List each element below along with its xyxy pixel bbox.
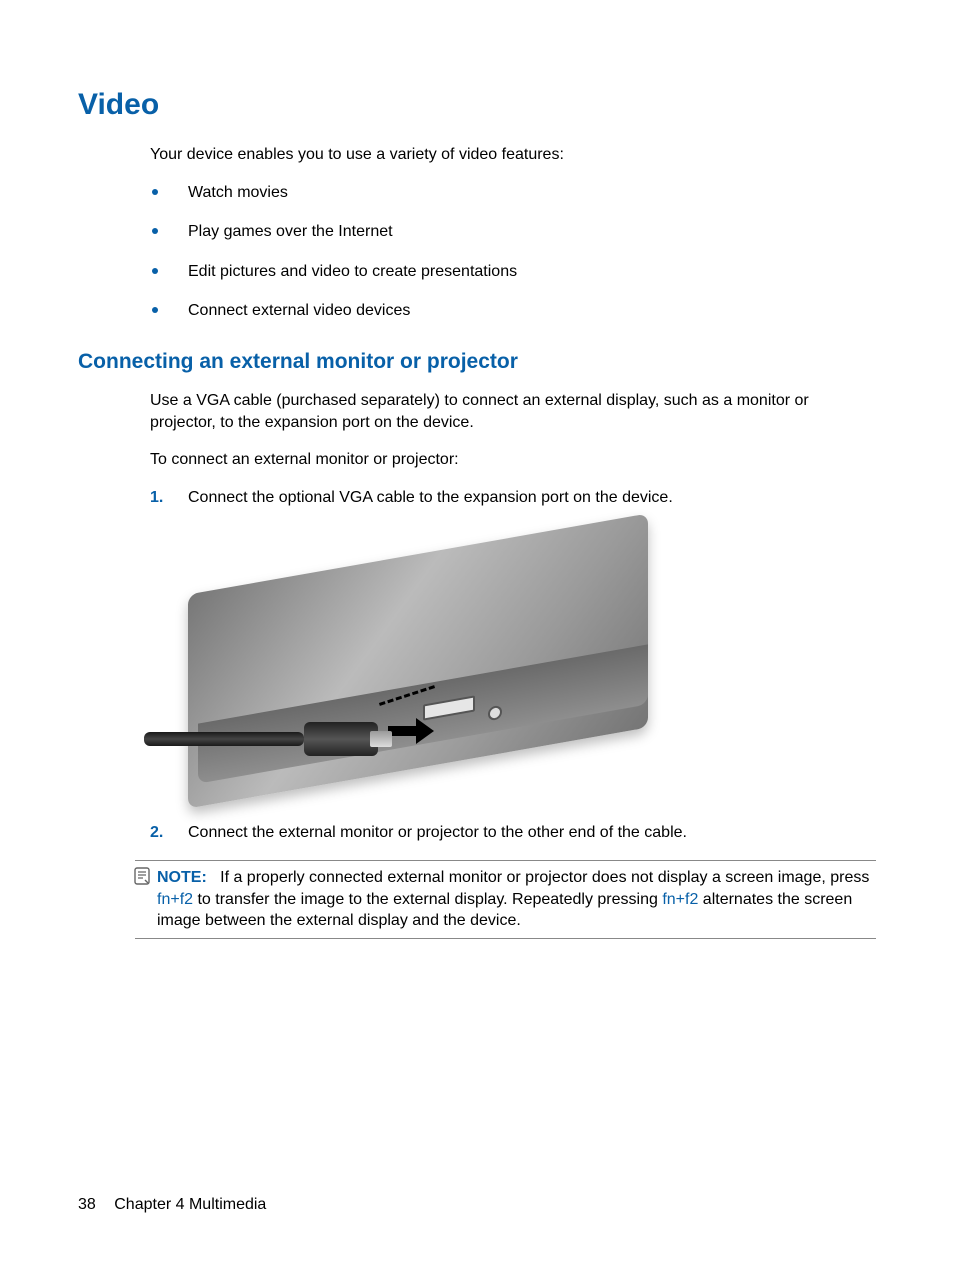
list-item: Edit pictures and video to create presen… [150,261,876,283]
page-number: 38 [78,1196,96,1213]
note-text: NOTE: If a properly connected external m… [135,867,876,932]
step-1: 1. Connect the optional VGA cable to the… [150,487,876,509]
steps-list: 1. Connect the optional VGA cable to the… [150,487,876,509]
vga-cable-illustration [148,722,378,762]
step-2: 2. Connect the external monitor or proje… [150,822,876,844]
step-number: 2. [150,822,163,844]
step-number: 1. [150,487,163,509]
list-item: Play games over the Internet [150,221,876,243]
list-item: Watch movies [150,182,876,204]
chapter-label: Chapter 4 Multimedia [114,1196,266,1213]
keyboard-shortcut: fn+f2 [662,891,698,908]
note-segment: to transfer the image to the external di… [193,891,662,908]
arrow-icon [388,718,438,744]
note-block: NOTE: If a properly connected external m… [135,860,876,939]
note-icon [134,867,152,885]
paragraph-to-connect: To connect an external monitor or projec… [150,449,876,471]
steps-list-continued: 2. Connect the external monitor or proje… [150,822,876,844]
note-label: NOTE: [157,869,207,886]
document-page: Video Your device enables you to use a v… [0,0,954,1270]
heading-video: Video [78,88,876,122]
list-item: Connect external video devices [150,300,876,322]
intro-paragraph: Your device enables you to use a variety… [150,144,876,166]
page-footer: 38 Chapter 4 Multimedia [78,1196,266,1214]
note-segment: If a properly connected external monitor… [220,869,869,886]
features-list: Watch movies Play games over the Interne… [150,182,876,322]
step-text: Connect the external monitor or projecto… [188,824,687,841]
figure-vga-connection [188,524,648,798]
step-text: Connect the optional VGA cable to the ex… [188,489,673,506]
heading-connecting: Connecting an external monitor or projec… [78,350,876,374]
paragraph-vga-cable: Use a VGA cable (purchased separately) t… [150,390,876,433]
keyboard-shortcut: fn+f2 [157,891,193,908]
